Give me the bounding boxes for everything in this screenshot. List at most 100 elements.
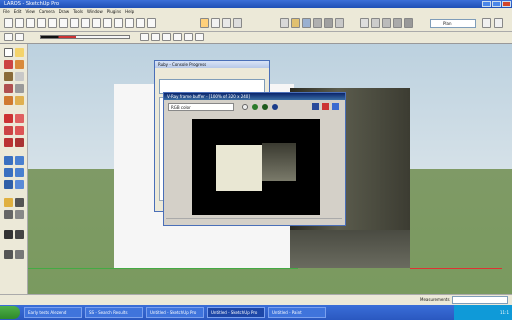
save-image-icon[interactable] [312, 103, 319, 110]
textured-style-icon[interactable] [404, 18, 413, 28]
hidden-line-style-icon[interactable] [382, 18, 391, 28]
previous-view-icon[interactable] [15, 180, 24, 189]
menu-plugins[interactable]: Plugins [107, 9, 121, 14]
layer-icon[interactable] [4, 33, 13, 41]
xray-style-icon[interactable] [360, 18, 369, 28]
close-button[interactable] [502, 1, 511, 7]
render-region-icon[interactable] [332, 103, 339, 110]
text-icon[interactable] [173, 33, 182, 41]
scene-next-icon[interactable] [494, 18, 503, 28]
arrow-select-icon[interactable] [4, 48, 13, 57]
offset-icon[interactable] [15, 138, 24, 147]
walk-icon[interactable] [15, 198, 24, 207]
paint-icon[interactable] [15, 60, 24, 69]
channel-select[interactable]: RGB color [168, 103, 234, 111]
iso-view-icon[interactable] [280, 18, 289, 28]
color-dot-white-icon[interactable] [242, 104, 248, 110]
secondary-toolbar [0, 32, 512, 44]
zoom-icon[interactable] [4, 168, 13, 177]
offset-tool-icon[interactable] [147, 18, 156, 28]
maximize-button[interactable] [492, 1, 501, 7]
eye-icon[interactable] [15, 230, 24, 239]
measurements-field[interactable] [452, 296, 508, 304]
taskbar-item-3[interactable]: Untitled - SketchUp Pro [207, 307, 265, 318]
tape-measure-icon[interactable] [140, 33, 149, 41]
wireframe-style-icon[interactable] [371, 18, 380, 28]
top-view-icon[interactable] [291, 18, 300, 28]
arc-icon[interactable] [15, 84, 24, 93]
menu-draw[interactable]: Draw [59, 9, 69, 14]
move-icon[interactable] [4, 114, 13, 123]
menu-file[interactable]: File [3, 9, 10, 14]
axes-icon[interactable] [184, 33, 193, 41]
menu-help[interactable]: Help [125, 9, 134, 14]
sandbox-icon[interactable] [4, 250, 13, 259]
select-tool-icon[interactable] [4, 18, 13, 28]
section-icon[interactable] [15, 33, 24, 41]
section-plane-icon[interactable] [15, 210, 24, 219]
position-camera-icon[interactable] [4, 198, 13, 207]
look-around-icon[interactable] [4, 210, 13, 219]
smoove-icon[interactable] [15, 250, 24, 259]
zoom-window-icon[interactable] [15, 168, 24, 177]
color-dot-green-icon[interactable] [252, 104, 258, 110]
line-tool-icon[interactable] [48, 18, 57, 28]
render-icon[interactable] [200, 18, 209, 28]
eraser-icon[interactable] [4, 60, 13, 69]
polygon-icon[interactable] [4, 96, 13, 105]
protractor-icon[interactable] [151, 33, 160, 41]
polygon-tool-icon[interactable] [81, 18, 90, 28]
pushpull-icon[interactable] [15, 114, 24, 123]
rotate-icon[interactable] [4, 126, 13, 135]
taskbar-item-0[interactable]: Early tests Alezend [24, 307, 82, 318]
start-button[interactable] [0, 306, 20, 319]
followme-icon[interactable] [15, 126, 24, 135]
menu-bar: File Edit View Camera Draw Tools Window … [0, 8, 512, 15]
clear-image-icon[interactable] [322, 103, 329, 110]
paint-bucket-icon[interactable] [26, 18, 35, 28]
arc-tool-icon[interactable] [70, 18, 79, 28]
pushpull-tool-icon[interactable] [103, 18, 112, 28]
right-view-icon[interactable] [313, 18, 322, 28]
menu-camera[interactable]: Camera [39, 9, 55, 14]
style-dropdown[interactable]: Plan [430, 19, 476, 28]
pencil-icon[interactable] [4, 72, 13, 81]
left-view-icon[interactable] [335, 18, 344, 28]
color-swatch-bar[interactable] [40, 35, 130, 39]
menu-window[interactable]: Window [87, 9, 103, 14]
dimension-icon[interactable] [162, 33, 171, 41]
orbit-icon[interactable] [4, 156, 13, 165]
menu-view[interactable]: View [25, 9, 35, 14]
minimize-button[interactable] [482, 1, 491, 7]
make-component-icon[interactable] [15, 48, 24, 57]
eraser-tool-icon[interactable] [15, 18, 24, 28]
taskbar-item-2[interactable]: Untitled - SketchUp Pro [146, 307, 204, 318]
vray-light-icon[interactable] [233, 18, 242, 28]
color-dot-blue-icon[interactable] [272, 104, 278, 110]
front-view-icon[interactable] [302, 18, 311, 28]
pan-icon[interactable] [15, 156, 24, 165]
scale-tool-icon[interactable] [136, 18, 145, 28]
shaded-style-icon[interactable] [393, 18, 402, 28]
vray-options-icon[interactable] [211, 18, 220, 28]
color-dot-darkgreen-icon[interactable] [262, 104, 268, 110]
circle-icon[interactable] [4, 84, 13, 93]
followme-tool-icon[interactable] [125, 18, 134, 28]
menu-edit[interactable]: Edit [14, 9, 22, 14]
rectangle-tool-icon[interactable] [37, 18, 46, 28]
taskbar-item-4[interactable]: Untitled - Paint [268, 307, 326, 318]
zoom-extents-icon[interactable] [4, 180, 13, 189]
menu-tools[interactable]: Tools [73, 9, 83, 14]
scene-prev-icon[interactable] [482, 18, 491, 28]
footprint-icon[interactable] [4, 230, 13, 239]
rotate-tool-icon[interactable] [114, 18, 123, 28]
freehand-icon[interactable] [15, 96, 24, 105]
move-tool-icon[interactable] [92, 18, 101, 28]
scale-icon[interactable] [4, 138, 13, 147]
taskbar-item-1[interactable]: SS - Search Results [85, 307, 143, 318]
back-view-icon[interactable] [324, 18, 333, 28]
3d-text-icon[interactable] [195, 33, 204, 41]
circle-tool-icon[interactable] [59, 18, 68, 28]
vray-frame-buffer-icon[interactable] [222, 18, 231, 28]
rect-icon[interactable] [15, 72, 24, 81]
